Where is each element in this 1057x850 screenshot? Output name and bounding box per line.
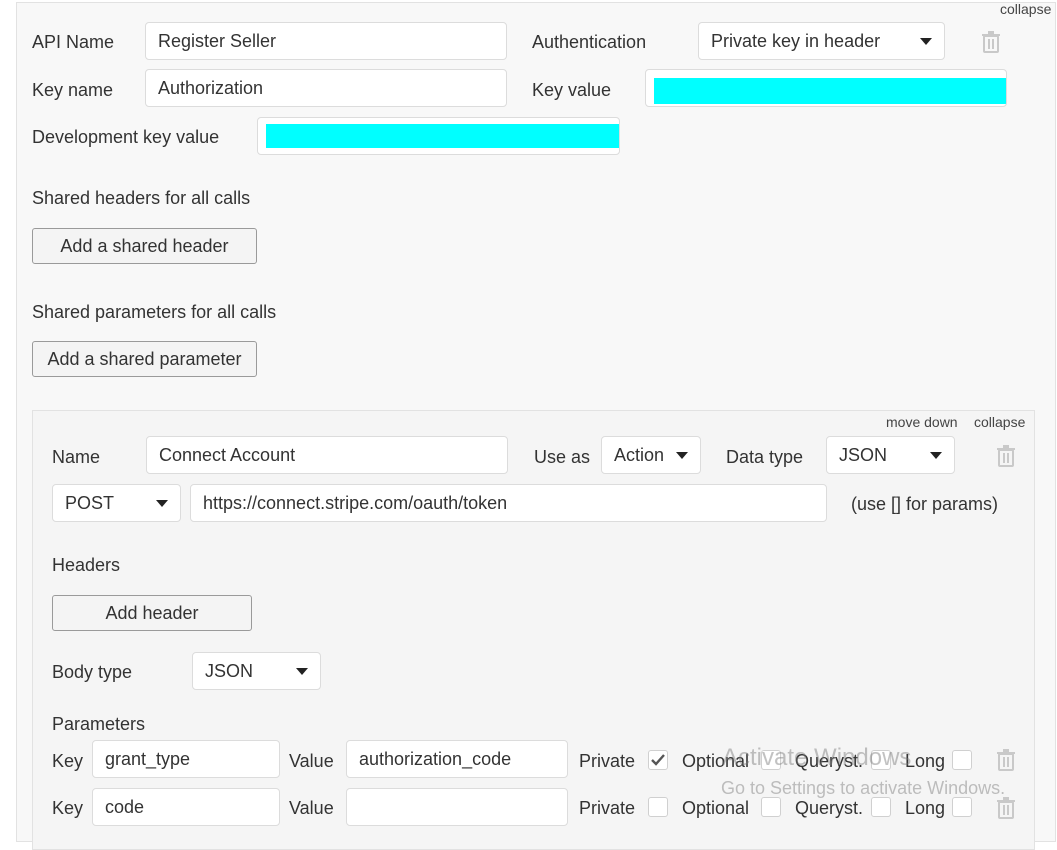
key-value-label: Key value (532, 80, 612, 100)
watermark-subtitle: Go to Settings to activate Windows. (721, 778, 1006, 798)
trash-icon[interactable] (981, 31, 1001, 53)
long-label: Long (905, 798, 946, 818)
collapse-link[interactable]: collapse (1000, 1, 1051, 17)
method-value: POST (65, 493, 115, 513)
parameters-label: Parameters (52, 714, 146, 734)
body-type-select[interactable]: JSON (192, 652, 321, 690)
add-shared-parameter-button[interactable]: Add a shared parameter (32, 341, 257, 377)
shared-headers-label: Shared headers for all calls (32, 188, 251, 208)
data-type-select[interactable]: JSON (826, 436, 955, 474)
private-label: Private (579, 798, 636, 818)
authentication-label: Authentication (532, 32, 647, 52)
call-name-input[interactable]: Connect Account (146, 436, 508, 474)
queryst-checkbox[interactable] (871, 797, 891, 817)
params-hint: (use [] for params) (851, 494, 999, 514)
chevron-down-icon (930, 452, 942, 459)
long-checkbox[interactable] (952, 797, 972, 817)
queryst-label: Queryst. (795, 798, 864, 818)
authentication-value: Private key in header (711, 31, 881, 51)
trash-icon[interactable] (996, 749, 1016, 771)
redaction-bar (266, 124, 619, 148)
dev-key-label: Development key value (32, 127, 220, 147)
param-value-label: Value (289, 751, 334, 771)
data-type-value: JSON (839, 445, 888, 465)
redaction-bar (654, 78, 1006, 104)
param-key-label: Key (52, 798, 84, 818)
call-collapse-link[interactable]: collapse (974, 414, 1025, 430)
body-type-label: Body type (52, 662, 133, 682)
trash-icon[interactable] (996, 797, 1016, 819)
private-label: Private (579, 751, 636, 771)
param-key-input[interactable]: code (92, 788, 280, 826)
chevron-down-icon (920, 38, 932, 45)
param-key-label: Key (52, 751, 84, 771)
use-as-value: Action (614, 445, 665, 465)
url-input[interactable]: https://connect.stripe.com/oauth/token (190, 484, 827, 522)
use-as-select[interactable]: Action (601, 436, 701, 474)
optional-label: Optional (682, 798, 750, 818)
watermark-title: Activate Windows (722, 744, 912, 771)
use-as-label: Use as (534, 447, 591, 467)
data-type-label: Data type (726, 447, 804, 467)
key-value-input[interactable] (645, 69, 1007, 107)
private-checkbox[interactable] (648, 797, 668, 817)
long-checkbox[interactable] (952, 750, 972, 770)
private-checkbox[interactable] (648, 750, 668, 770)
api-name-input[interactable]: Register Seller (145, 22, 507, 60)
add-header-button[interactable]: Add header (52, 595, 252, 631)
trash-icon[interactable] (996, 445, 1016, 467)
chevron-down-icon (676, 452, 688, 459)
key-name-label: Key name (32, 80, 114, 100)
body-type-value: JSON (205, 661, 254, 681)
chevron-down-icon (156, 500, 168, 507)
key-name-input[interactable]: Authorization (145, 69, 507, 107)
optional-checkbox[interactable] (761, 797, 781, 817)
api-name-label: API Name (32, 32, 115, 52)
chevron-down-icon (296, 668, 308, 675)
shared-params-label: Shared parameters for all calls (32, 302, 277, 322)
call-name-label: Name (52, 447, 101, 467)
add-shared-header-button[interactable]: Add a shared header (32, 228, 257, 264)
param-value-label: Value (289, 798, 334, 818)
move-down-link[interactable]: move down (886, 414, 958, 430)
authentication-select[interactable]: Private key in header (698, 22, 945, 60)
param-value-input[interactable] (346, 788, 568, 826)
dev-key-input[interactable] (257, 117, 620, 155)
param-key-input[interactable]: grant_type (92, 740, 280, 778)
headers-label: Headers (52, 555, 121, 575)
method-select[interactable]: POST (52, 484, 181, 522)
param-value-input[interactable]: authorization_code (346, 740, 568, 778)
checkmark-icon (651, 754, 665, 766)
